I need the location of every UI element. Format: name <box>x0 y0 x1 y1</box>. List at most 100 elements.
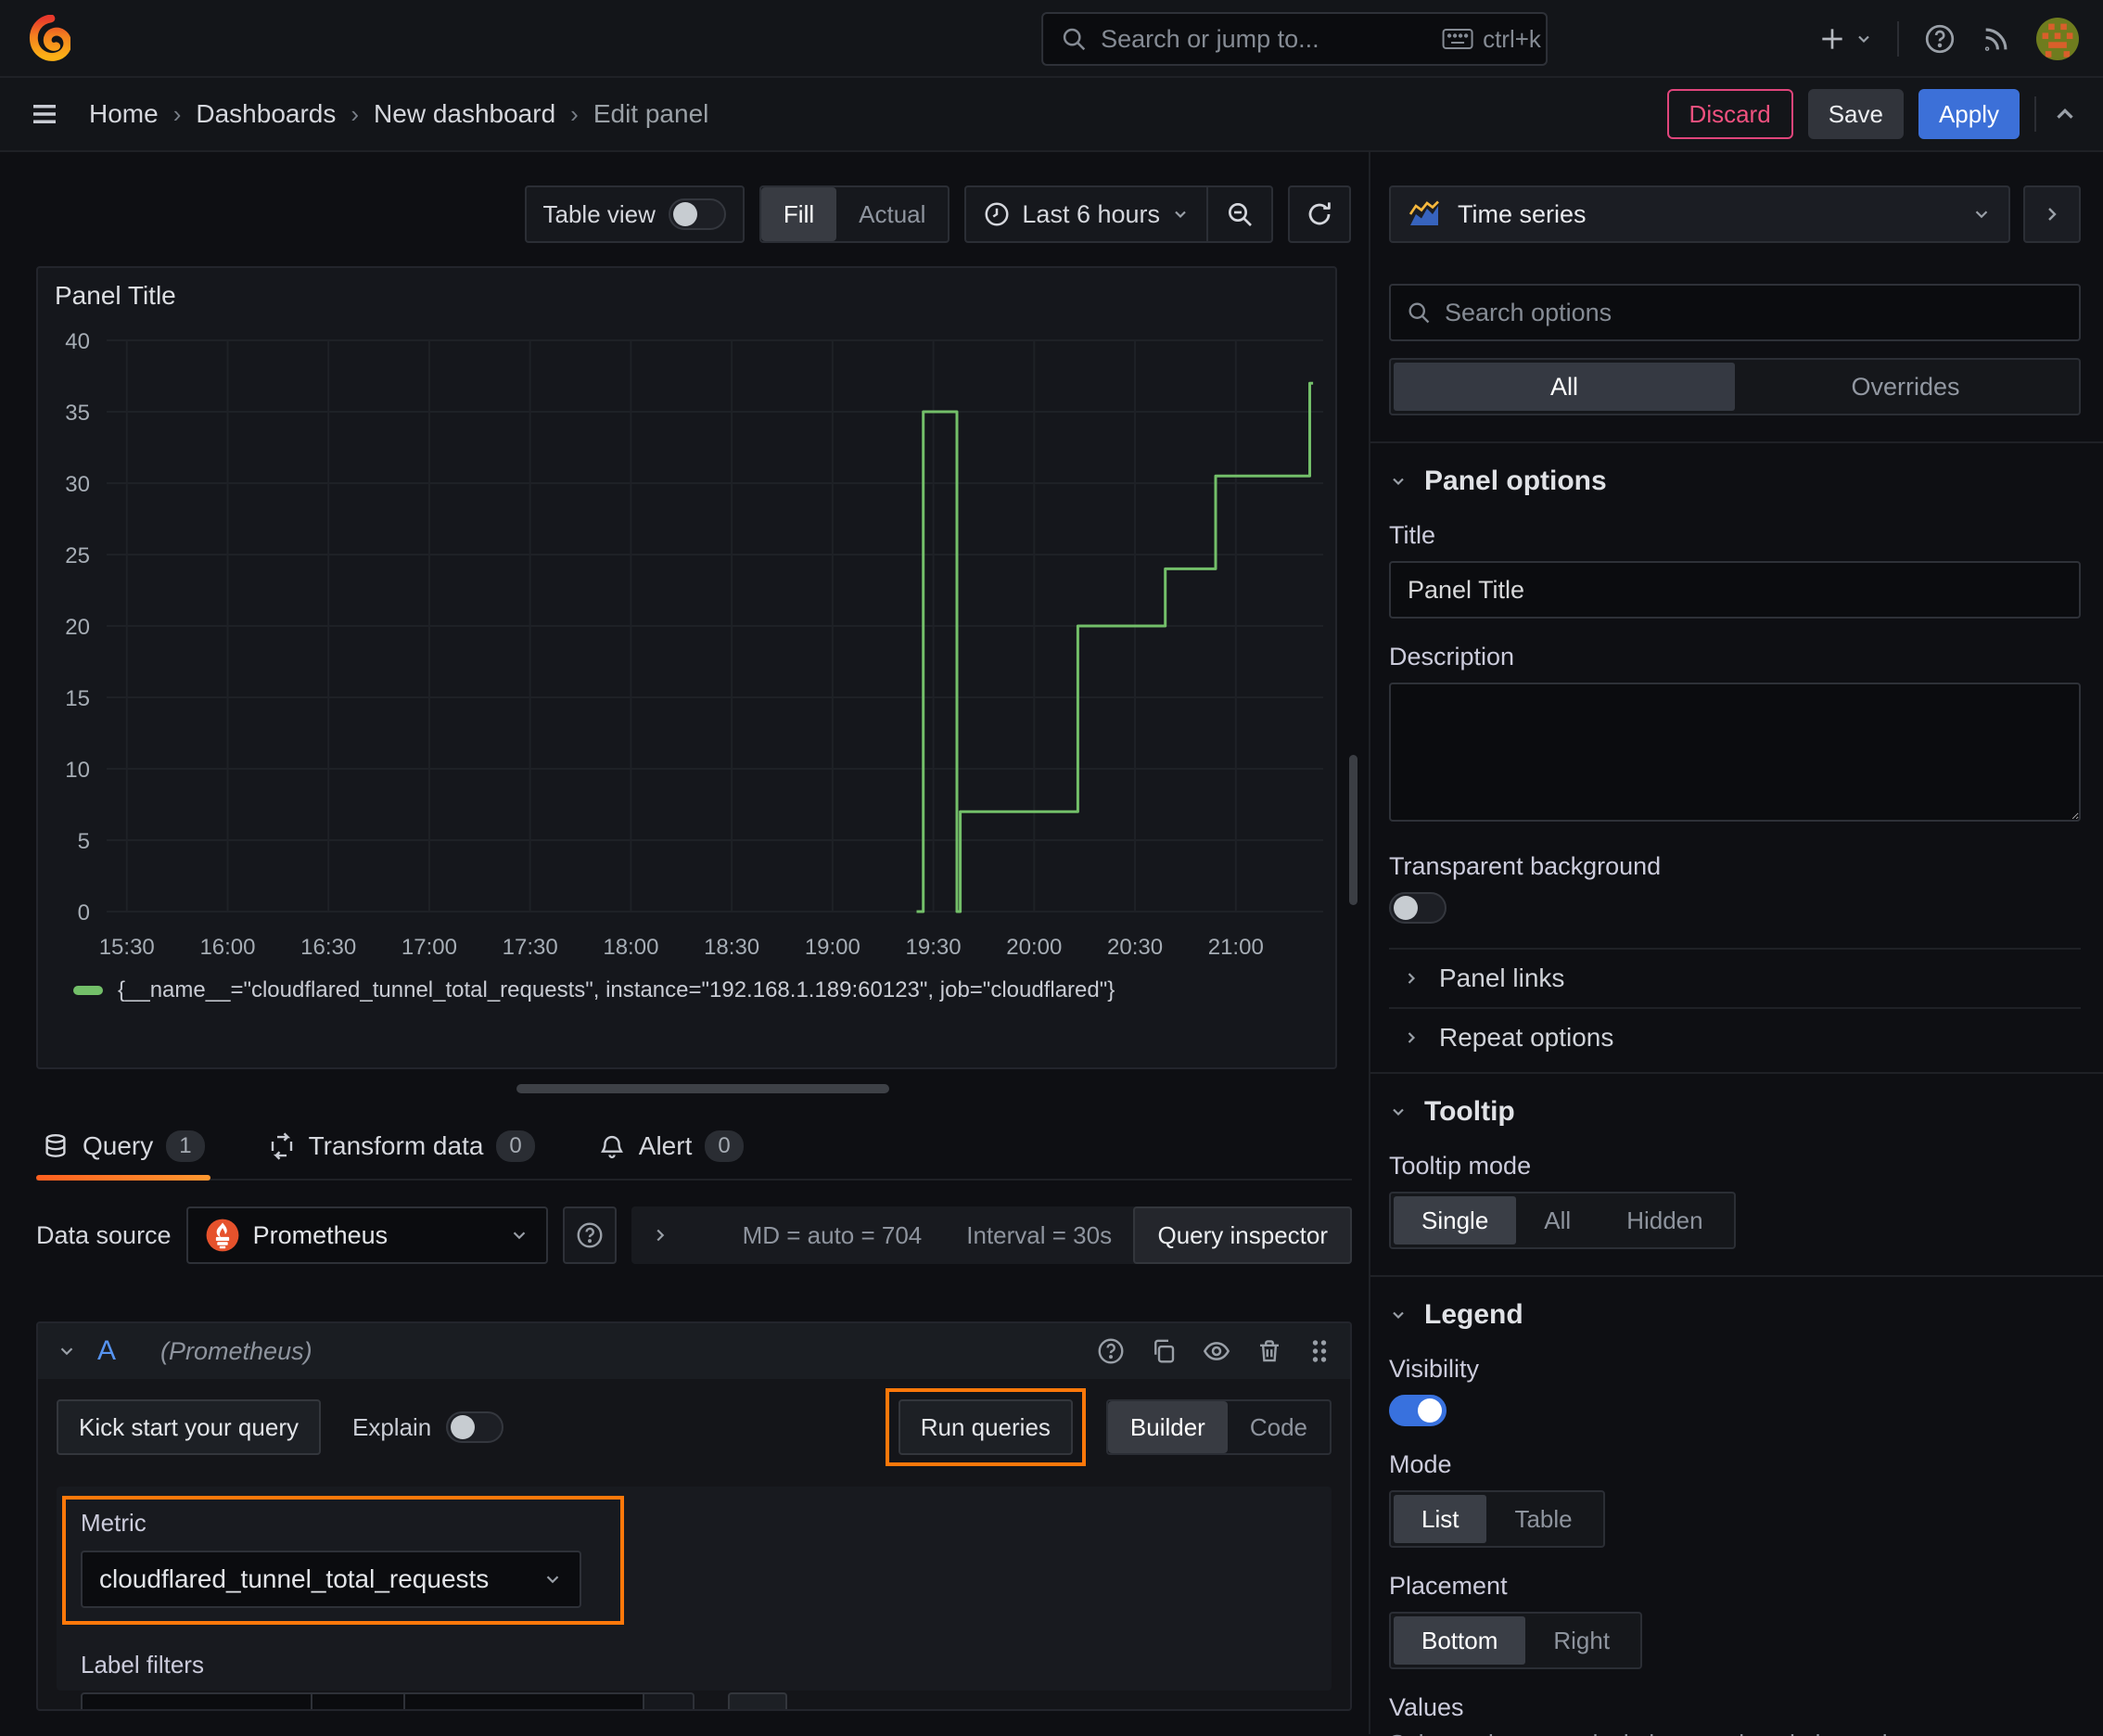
metric-select[interactable]: cloudflared_tunnel_total_requests <box>81 1551 581 1608</box>
tooltip-header[interactable]: Tooltip <box>1389 1096 2081 1128</box>
svg-text:35: 35 <box>65 401 90 426</box>
time-series-viz-icon <box>1408 200 1439 225</box>
explain-control: Explain <box>352 1411 504 1443</box>
zoom-out-button[interactable] <box>1208 187 1271 241</box>
tab-alert-label: Alert <box>638 1131 693 1160</box>
refresh-button[interactable] <box>1288 185 1351 243</box>
legend-header[interactable]: Legend <box>1389 1299 2081 1331</box>
panel-options-header[interactable]: Panel options <box>1389 466 2081 497</box>
panel-title-input[interactable] <box>1389 561 2081 619</box>
code-option[interactable]: Code <box>1228 1401 1330 1453</box>
legend-visibility-toggle[interactable] <box>1389 1395 1447 1426</box>
tooltip-all-option[interactable]: All <box>1516 1196 1599 1245</box>
tab-transform-label: Transform data <box>308 1131 484 1160</box>
query-ref-id[interactable]: A <box>97 1335 116 1367</box>
svg-text:10: 10 <box>65 758 90 783</box>
operator-dropdown[interactable]: = <box>312 1692 405 1709</box>
placement-right-option[interactable]: Right <box>1525 1616 1638 1665</box>
tab-alert-count: 0 <box>705 1130 744 1162</box>
tab-overrides[interactable]: Overrides <box>1735 363 2076 411</box>
legend-list-option[interactable]: List <box>1394 1495 1487 1543</box>
delete-query-button[interactable] <box>1255 1337 1283 1365</box>
apply-button[interactable]: Apply <box>1918 89 2020 139</box>
toggle-visibility-button[interactable] <box>1202 1336 1231 1366</box>
query-help-button[interactable] <box>1096 1336 1126 1366</box>
placement-bottom-option[interactable]: Bottom <box>1394 1616 1526 1665</box>
scrollbar-thumb[interactable] <box>1349 755 1357 905</box>
explain-toggle[interactable] <box>446 1411 504 1443</box>
options-search-input[interactable] <box>1445 298 2064 327</box>
description-label: Description <box>1389 643 1515 670</box>
select-value-dropdown[interactable]: Select value <box>405 1692 644 1709</box>
datasource-help-button[interactable] <box>562 1206 617 1264</box>
table-view-toggle[interactable] <box>668 198 726 230</box>
metric-annotation: Metric cloudflared_tunnel_total_requests <box>62 1496 624 1625</box>
collapse-options-button[interactable] <box>2023 185 2081 243</box>
top-nav: ctrl+k <box>0 0 2103 78</box>
tab-alert[interactable]: Alert 0 <box>593 1130 749 1179</box>
breadcrumb-new-dashboard[interactable]: New dashboard <box>374 99 555 129</box>
repeat-options-section[interactable]: Repeat options <box>1389 1009 2081 1066</box>
discard-button[interactable]: Discard <box>1666 89 1793 139</box>
actual-option[interactable]: Actual <box>836 187 948 241</box>
query-datasource-name: (Prometheus) <box>160 1336 312 1365</box>
remove-filter-button[interactable] <box>644 1692 695 1709</box>
run-queries-button[interactable]: Run queries <box>898 1399 1073 1455</box>
svg-text:17:30: 17:30 <box>503 935 558 960</box>
collapse-header-button[interactable] <box>2051 100 2079 128</box>
tooltip-mode-label: Tooltip mode <box>1389 1152 1532 1180</box>
search-input[interactable] <box>1101 24 1430 54</box>
svg-text:20: 20 <box>65 615 90 640</box>
description-textarea[interactable] <box>1389 683 2081 822</box>
panel-links-section[interactable]: Panel links <box>1389 950 2081 1007</box>
help-button[interactable] <box>1923 22 1956 56</box>
add-menu-button[interactable] <box>1817 24 1873 54</box>
breadcrumb-dashboards[interactable]: Dashboards <box>196 99 336 129</box>
panel-preview[interactable]: Panel Title 0 5 10 15 20 25 30 35 40 15:30 16:00 16… <box>36 266 1337 1069</box>
panel-toolbar: Table view Fill Actual Last 6 hours <box>36 185 1369 243</box>
tab-query[interactable]: Query 1 <box>36 1130 210 1181</box>
grafana-logo-icon[interactable] <box>28 15 70 61</box>
time-range-picker[interactable]: Last 6 hours <box>966 187 1206 241</box>
datasource-picker[interactable]: Prometheus <box>185 1206 548 1264</box>
options-search[interactable] <box>1389 284 2081 341</box>
transparent-background-toggle[interactable] <box>1389 892 1447 924</box>
save-button[interactable]: Save <box>1807 89 1904 139</box>
select-label-dropdown[interactable]: Select label <box>81 1692 312 1709</box>
visualization-picker[interactable]: Time series <box>1389 185 2010 243</box>
tab-transform-data[interactable]: Transform data 0 <box>262 1130 541 1179</box>
query-row-header[interactable]: A (Prometheus) <box>38 1323 1350 1379</box>
mega-menu-toggle[interactable] <box>28 97 61 131</box>
svg-text:15:30: 15:30 <box>99 935 155 960</box>
add-filter-button[interactable] <box>728 1692 787 1709</box>
legend-swatch[interactable] <box>73 986 103 995</box>
chevron-right-icon <box>1408 973 1416 984</box>
svg-text:20:00: 20:00 <box>1006 935 1062 960</box>
label-filters-label: Label filters <box>81 1651 204 1679</box>
breadcrumb-home[interactable]: Home <box>89 99 159 129</box>
news-rss-button[interactable] <box>1981 23 2012 55</box>
legend-title: Legend <box>1424 1299 1523 1330</box>
chart-canvas[interactable]: 0 5 10 15 20 25 30 35 40 15:30 16:00 16:30 17:00 17:3… <box>38 314 1335 969</box>
tooltip-single-option[interactable]: Single <box>1394 1196 1517 1245</box>
chevron-down-icon <box>1858 35 1869 44</box>
query-options-interval: Interval = 30s <box>966 1220 1113 1249</box>
avatar[interactable] <box>2036 18 2079 60</box>
builder-option[interactable]: Builder <box>1107 1401 1228 1453</box>
time-range-label: Last 6 hours <box>1022 199 1160 228</box>
drag-handle[interactable] <box>1307 1337 1332 1365</box>
global-search[interactable]: ctrl+k <box>1041 12 1549 66</box>
query-options-bar[interactable]: MD = auto = 704 Interval = 30s Query ins… <box>631 1206 1352 1264</box>
fill-option[interactable]: Fill <box>760 187 837 241</box>
pane-resize-handle[interactable] <box>516 1084 889 1093</box>
tooltip-hidden-option[interactable]: Hidden <box>1599 1196 1730 1245</box>
duplicate-query-button[interactable] <box>1150 1337 1178 1365</box>
tab-all[interactable]: All <box>1394 363 1735 411</box>
kick-start-button[interactable]: Kick start your query <box>57 1399 321 1455</box>
query-editor-body: Kick start your query Explain Run querie… <box>38 1379 1350 1709</box>
query-inspector-button[interactable]: Query inspector <box>1133 1206 1352 1264</box>
topnav-actions <box>1817 0 2079 78</box>
sub-nav: Home › Dashboards › New dashboard › Edit… <box>0 78 2103 152</box>
legend-series-label[interactable]: {__name__="cloudflared_tunnel_total_requ… <box>118 977 1115 1003</box>
legend-table-option[interactable]: Table <box>1486 1495 1600 1543</box>
